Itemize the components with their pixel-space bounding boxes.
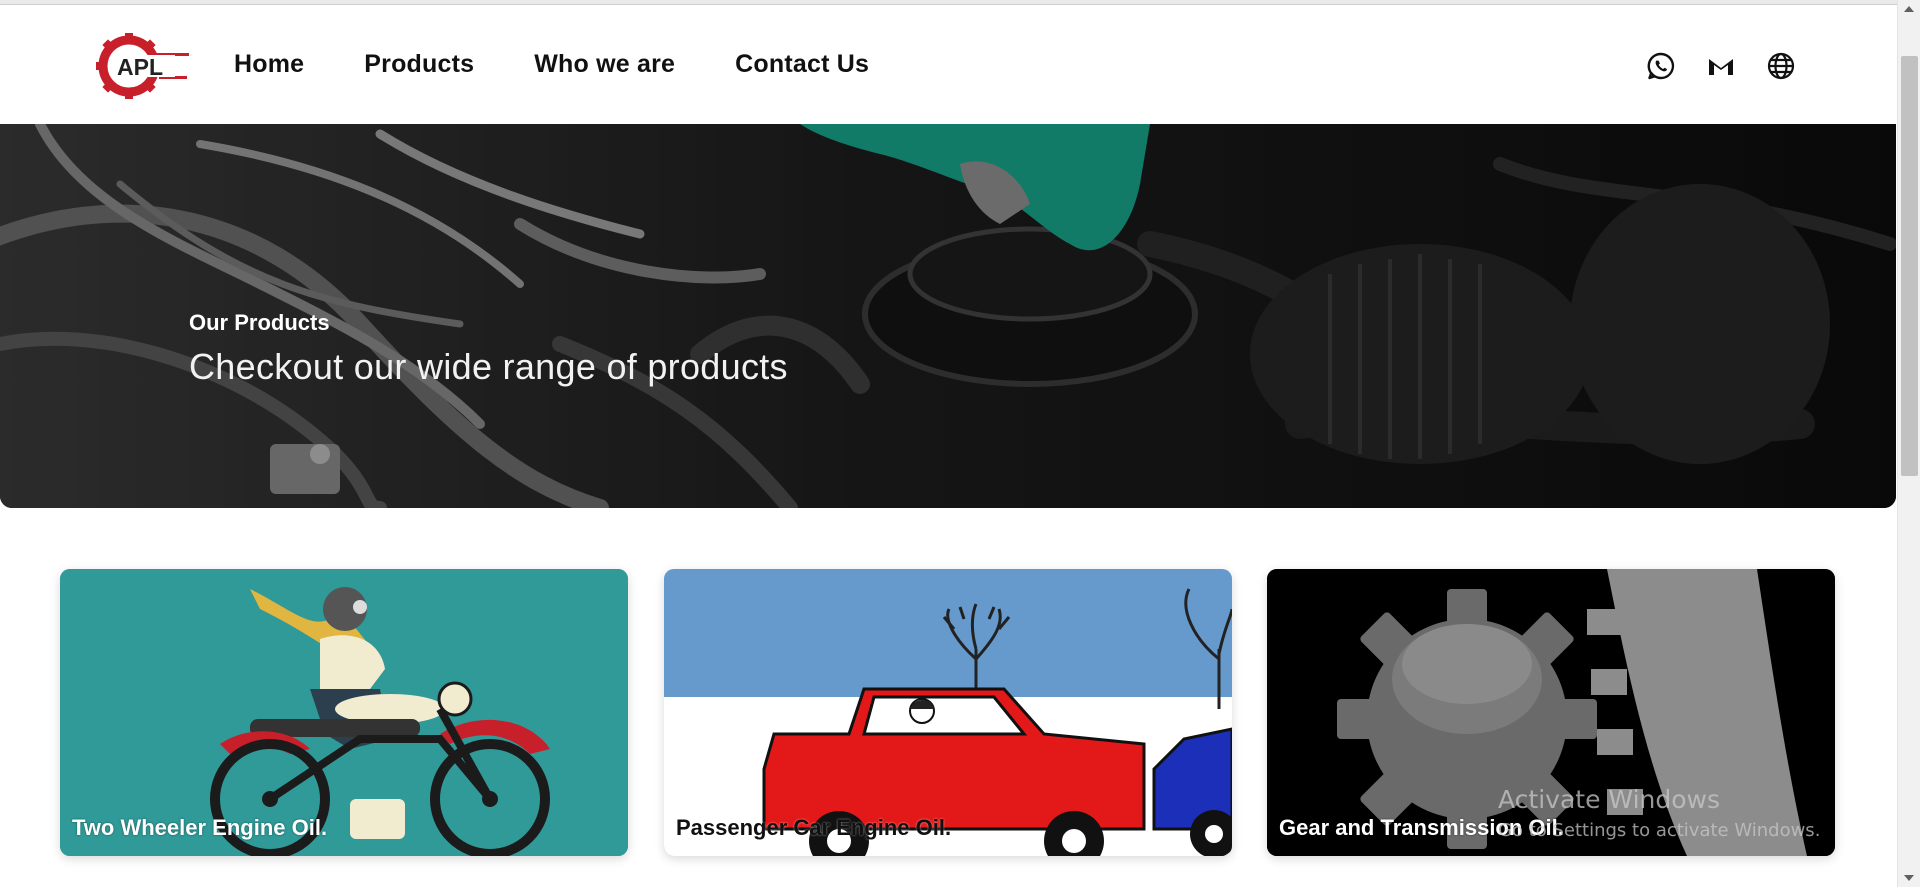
scroll-thumb[interactable]	[1901, 56, 1918, 476]
hero-title: Checkout our wide range of products	[189, 346, 788, 387]
product-card-gear-transmission[interactable]: Gear and Transmission Oil.	[1267, 569, 1835, 856]
gear-illustration	[1267, 569, 1835, 856]
nav-who-we-are[interactable]: Who we are	[534, 50, 675, 79]
logo-text: APL	[117, 54, 163, 80]
car-illustration	[664, 569, 1232, 856]
product-card-two-wheeler[interactable]: Two Wheeler Engine Oil.	[60, 569, 628, 856]
product-card-label: Gear and Transmission Oil.	[1279, 815, 1564, 840]
product-card-label: Passenger Car Engine Oil.	[676, 815, 952, 840]
page-scrollbar[interactable]	[1897, 0, 1920, 887]
apl-logo[interactable]: APL	[95, 31, 191, 101]
whatsapp-icon[interactable]	[1646, 51, 1676, 81]
hero-banner: Our Products Checkout our wide range of …	[0, 124, 1896, 508]
nav-contact-us[interactable]: Contact Us	[735, 50, 869, 79]
gmail-icon[interactable]	[1706, 51, 1736, 81]
main-nav: Home Products Who we are Contact Us	[234, 50, 929, 79]
hero-overline: Our Products	[189, 310, 330, 335]
globe-icon[interactable]	[1766, 51, 1796, 81]
nav-home[interactable]: Home	[234, 50, 304, 79]
product-card-label: Two Wheeler Engine Oil.	[72, 815, 328, 840]
site-header: APL Home Products Who we are Contact Us	[0, 5, 1897, 124]
scroll-down-arrow-icon[interactable]	[1904, 875, 1914, 881]
product-card-passenger-car[interactable]: Passenger Car Engine Oil.	[664, 569, 1232, 856]
scroll-up-arrow-icon[interactable]	[1904, 6, 1914, 12]
motorcycle-illustration	[60, 569, 628, 856]
nav-products[interactable]: Products	[364, 50, 474, 79]
social-links	[1646, 51, 1796, 81]
